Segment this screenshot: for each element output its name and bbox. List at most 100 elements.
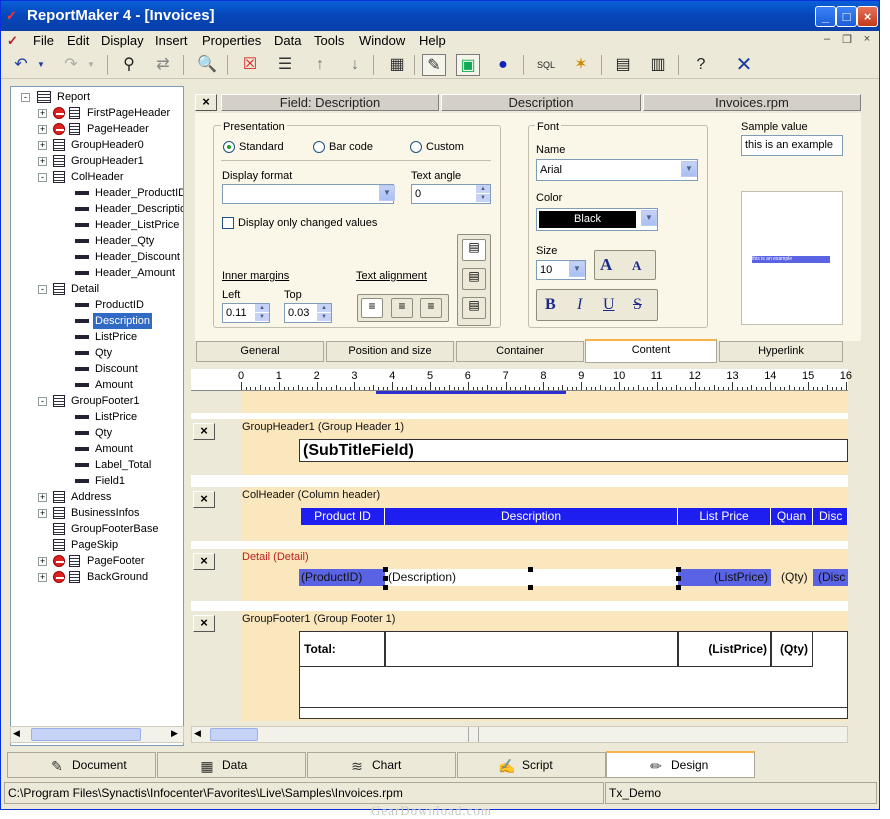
menu-insert[interactable]: Insert: [155, 33, 188, 48]
font-color-select[interactable]: Black: [536, 208, 658, 231]
menu-window[interactable]: Window: [359, 33, 405, 48]
calculator-icon[interactable]: ▦: [385, 54, 409, 76]
detail-qty[interactable]: (Qty): [781, 569, 811, 586]
undo-icon[interactable]: ↶: [9, 54, 33, 76]
band-groupfooter1[interactable]: × GroupFooter1 (Group Footer 1) Total: (…: [191, 611, 848, 721]
expand-icon[interactable]: +: [38, 509, 47, 518]
col-header-discount[interactable]: Disc: [813, 508, 848, 525]
display-format-dropdown-icon[interactable]: ▼: [379, 185, 395, 201]
strikeout-icon[interactable]: S: [633, 296, 642, 314]
expand-icon[interactable]: +: [38, 109, 47, 118]
move-down-icon[interactable]: ↓: [343, 54, 367, 76]
delete-band-icon[interactable]: ☒: [238, 54, 262, 76]
mdi-minimize-icon[interactable]: –: [819, 33, 835, 47]
tree-scroll-thumb[interactable]: [31, 728, 141, 741]
menu-tools[interactable]: Tools: [314, 33, 344, 48]
margin-top-down-icon[interactable]: ▼: [317, 313, 331, 321]
collapse-icon[interactable]: -: [38, 285, 47, 294]
align-left-icon[interactable]: ≡: [361, 298, 383, 318]
expand-icon[interactable]: +: [38, 573, 47, 582]
detail-productid[interactable]: (ProductID): [299, 569, 385, 586]
menu-edit[interactable]: Edit: [67, 33, 89, 48]
expand-icon[interactable]: +: [38, 125, 47, 134]
band-groupheader1-close[interactable]: ×: [193, 423, 215, 440]
close-window-button[interactable]: ×: [857, 6, 878, 27]
title-bar[interactable]: ✓ ReportMaker 4 - [Invoices] _ □ ×: [1, 1, 879, 31]
text-angle-down-icon[interactable]: ▼: [476, 194, 490, 202]
scroll-left-icon[interactable]: ◀: [13, 728, 20, 739]
link-icon[interactable]: ⇄: [151, 54, 175, 76]
expand-icon[interactable]: +: [38, 557, 47, 566]
band-detail-close[interactable]: ×: [193, 553, 215, 570]
save-icon[interactable]: ▤: [611, 54, 635, 76]
align-center-icon[interactable]: ≡: [391, 298, 413, 318]
radio-custom[interactable]: [410, 141, 422, 153]
select-icon[interactable]: ✎: [422, 54, 446, 76]
expand-icon[interactable]: +: [38, 493, 47, 502]
undo-dropdown-icon[interactable]: ▼: [35, 54, 47, 76]
scroll-right-icon[interactable]: ▶: [171, 728, 178, 739]
report-tree[interactable]: - Report + FirstPageHeader + PageHeader + Group…: [10, 86, 184, 746]
footer-listprice[interactable]: (ListPrice): [678, 631, 771, 667]
collapse-icon[interactable]: -: [38, 173, 47, 182]
col-header-description[interactable]: Description: [385, 508, 678, 525]
redo-icon[interactable]: ↷: [59, 54, 83, 76]
font-name-select[interactable]: Arial: [536, 159, 698, 181]
band-colheader-close[interactable]: ×: [193, 491, 215, 508]
save-as-icon[interactable]: ▥: [646, 54, 670, 76]
subtitle-field[interactable]: (SubTitleField): [299, 439, 848, 462]
redo-dropdown-icon[interactable]: ▼: [85, 54, 97, 76]
footer-total-label[interactable]: Total:: [299, 631, 385, 667]
band-colheader[interactable]: × ColHeader (Column header) Product ID D…: [191, 487, 848, 541]
bottom-tab-data[interactable]: ▦ Data: [157, 752, 306, 778]
bottom-tab-chart[interactable]: ≋ Chart: [307, 752, 456, 778]
band-groupfooter1-close[interactable]: ×: [193, 615, 215, 632]
margin-top-up-icon[interactable]: ▲: [317, 304, 331, 312]
display-format-select[interactable]: [222, 184, 394, 204]
tab-content[interactable]: Content: [585, 339, 717, 363]
tab-position-size[interactable]: Position and size: [326, 341, 454, 362]
minimize-button[interactable]: _: [815, 6, 836, 27]
panel-close-button[interactable]: ×: [195, 94, 217, 111]
bottom-tab-script[interactable]: ✍ Script: [457, 752, 606, 778]
expand-icon[interactable]: +: [38, 141, 47, 150]
binoculars-icon[interactable]: ⚲: [117, 54, 141, 76]
bottom-tab-design[interactable]: ✏ Design: [606, 751, 755, 778]
underline-icon[interactable]: U: [603, 296, 615, 314]
image-icon[interactable]: ▣: [456, 54, 480, 76]
radio-standard[interactable]: [223, 141, 235, 153]
margin-left-down-icon[interactable]: ▼: [255, 313, 269, 321]
col-header-productid[interactable]: Product ID: [301, 508, 385, 525]
maximize-button[interactable]: □: [836, 6, 857, 27]
menu-properties[interactable]: Properties: [202, 33, 261, 48]
design-scroll-left-icon[interactable]: ◀: [194, 728, 201, 739]
bold-icon[interactable]: B: [545, 296, 556, 314]
band-detail[interactable]: × Detail (Detail) (ProductID) (Descripti…: [191, 549, 848, 601]
sql-icon[interactable]: SQL: [534, 54, 558, 76]
detail-listprice[interactable]: (ListPrice): [678, 569, 771, 586]
grow-font-icon[interactable]: A: [600, 255, 612, 275]
menu-display[interactable]: Display: [101, 33, 144, 48]
valign-top-icon[interactable]: ▤: [462, 239, 486, 261]
collapse-icon[interactable]: -: [21, 93, 30, 102]
sample-value-input[interactable]: this is an example: [741, 135, 843, 156]
collapse-icon[interactable]: -: [38, 397, 47, 406]
menu-data[interactable]: Data: [274, 33, 301, 48]
tree-hscrollbar[interactable]: ◀ ▶: [10, 726, 184, 743]
font-name-dropdown-icon[interactable]: ▼: [681, 161, 697, 177]
zoom-icon[interactable]: 🔍: [195, 54, 219, 76]
valign-middle-icon[interactable]: ▤: [462, 268, 486, 290]
menu-help[interactable]: Help: [419, 33, 446, 48]
tab-hyperlink[interactable]: Hyperlink: [719, 341, 843, 362]
wand-icon[interactable]: ✶: [569, 54, 593, 76]
move-up-icon[interactable]: ↑: [308, 54, 332, 76]
document-menu-icon[interactable]: ✓: [7, 33, 23, 49]
close-icon[interactable]: ✕: [732, 54, 756, 76]
tab-container[interactable]: Container: [456, 341, 584, 362]
tab-general[interactable]: General: [196, 341, 324, 362]
italic-icon[interactable]: I: [577, 296, 582, 314]
col-header-listprice[interactable]: List Price: [678, 508, 771, 525]
margin-left-up-icon[interactable]: ▲: [255, 304, 269, 312]
font-size-dropdown-icon[interactable]: ▼: [569, 261, 585, 277]
valign-bottom-icon[interactable]: ▤: [462, 297, 486, 319]
